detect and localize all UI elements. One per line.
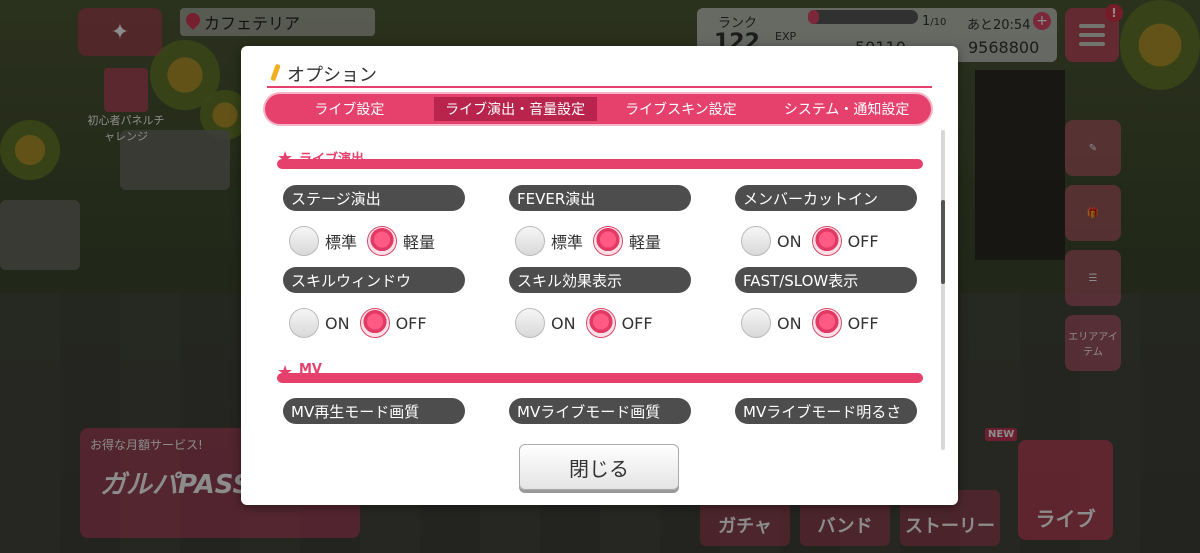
radio-light[interactable] [367, 226, 398, 256]
radio-off[interactable] [359, 308, 390, 338]
tab-live-skin[interactable]: ライブスキン設定 [600, 97, 763, 121]
radio-off[interactable] [811, 308, 842, 338]
dialog-title: オプション [287, 65, 377, 86]
scrollbar-track[interactable] [941, 130, 945, 450]
radio-label-off: OFF [847, 231, 879, 251]
radio-label-on: ON [325, 313, 350, 333]
radio-on[interactable] [289, 308, 319, 338]
radio-label-off: OFF [621, 313, 653, 333]
tab-live-settings[interactable]: ライブ設定 [268, 97, 431, 121]
radio-group-fast-slow-display: ON OFF [741, 308, 883, 338]
radio-label-on: ON [777, 313, 802, 333]
option-label-mv-live-brightness: MVライブモード明るさ [735, 398, 917, 424]
radio-off[interactable] [811, 226, 842, 256]
scrollbar-thumb[interactable] [941, 200, 945, 284]
radio-on[interactable] [741, 226, 771, 256]
option-label-fast-slow-display: FAST/SLOW表示 [735, 267, 917, 293]
option-label-member-cutin: メンバーカットイン [735, 185, 917, 211]
star-icon: ★ [277, 362, 294, 383]
option-label-mv-playback-quality: MV再生モード画質 [283, 398, 465, 424]
radio-label-off: OFF [395, 313, 427, 333]
radio-group-skill-effect-display: ON OFF [515, 308, 657, 338]
options-tabs: ライブ設定 ライブ演出・音量設定 ライブスキン設定 システム・通知設定 [265, 94, 931, 124]
radio-label-on: ON [777, 231, 802, 251]
section-header-live-effects: ★ ライブ演出 [277, 148, 923, 172]
radio-label-light: 軽量 [403, 233, 436, 252]
option-label-skill-window: スキルウィンドウ [283, 267, 465, 293]
star-icon: ★ [277, 148, 294, 169]
radio-label-standard: 標準 [325, 233, 358, 252]
radio-standard[interactable] [289, 226, 319, 256]
radio-on[interactable] [741, 308, 771, 338]
radio-on[interactable] [515, 308, 545, 338]
radio-label-on: ON [551, 313, 576, 333]
radio-label-off: OFF [847, 313, 879, 333]
tab-system-notification[interactable]: システム・通知設定 [765, 97, 928, 121]
radio-group-fever-effects: 標準 軽量 [515, 226, 665, 256]
option-label-stage-effects: ステージ演出 [283, 185, 465, 211]
radio-label-standard: 標準 [551, 233, 584, 252]
radio-light[interactable] [593, 226, 624, 256]
section-label: MV [299, 362, 322, 377]
options-dialog: オプション ライブ設定 ライブ演出・音量設定 ライブスキン設定 システム・通知設… [241, 46, 958, 505]
radio-group-stage-effects: 標準 軽量 [289, 226, 439, 256]
section-bar [277, 373, 923, 383]
section-label: ライブ演出 [299, 152, 365, 167]
dialog-header: オプション [267, 62, 932, 88]
section-bar [277, 159, 923, 169]
radio-off[interactable] [585, 308, 616, 338]
option-label-skill-effect-display: スキル効果表示 [509, 267, 691, 293]
close-button[interactable]: 閉じる [519, 444, 679, 490]
pen-icon [267, 64, 283, 84]
radio-standard[interactable] [515, 226, 545, 256]
radio-label-light: 軽量 [629, 233, 662, 252]
option-label-fever-effects: FEVER演出 [509, 185, 691, 211]
radio-group-member-cutin: ON OFF [741, 226, 883, 256]
tab-live-effects-volume[interactable]: ライブ演出・音量設定 [433, 97, 597, 121]
radio-group-skill-window: ON OFF [289, 308, 431, 338]
option-label-mv-live-quality: MVライブモード画質 [509, 398, 691, 424]
section-header-mv: ★ MV [277, 362, 923, 386]
